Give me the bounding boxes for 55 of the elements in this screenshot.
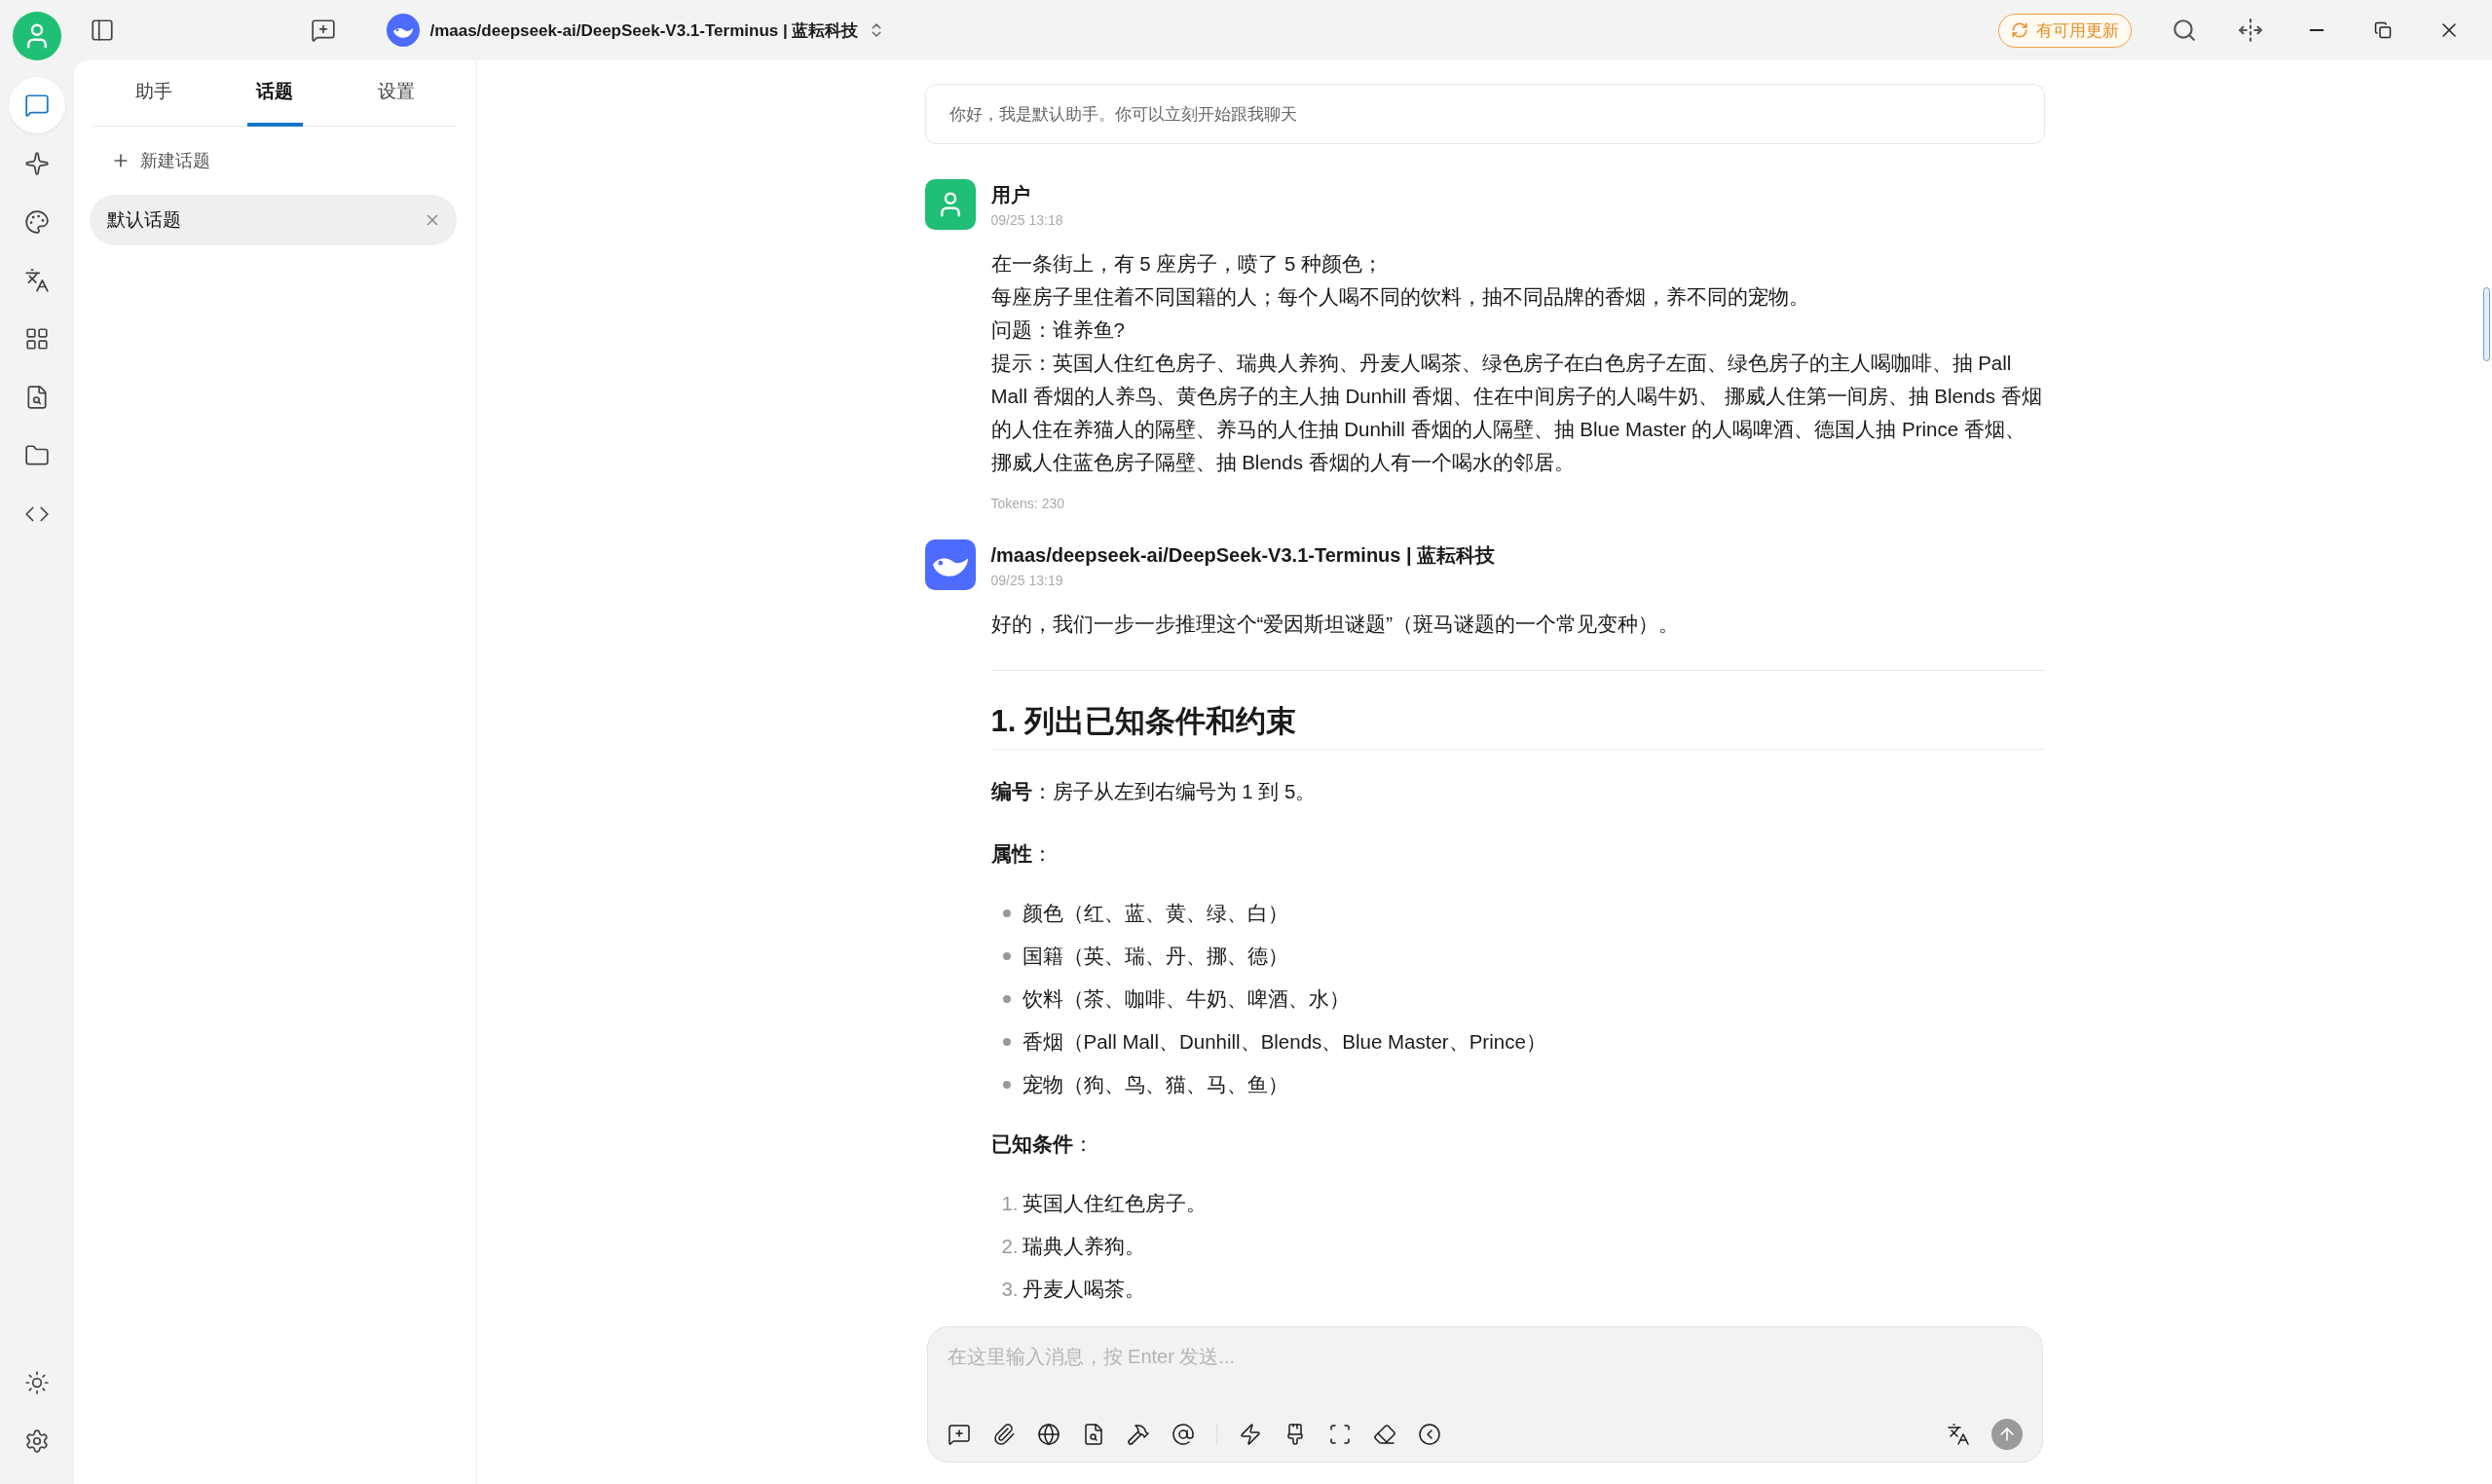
bullet-dot-icon <box>1002 1081 1011 1089</box>
message-time: 09/25 13:19 <box>990 572 1064 588</box>
list-item-text: 英国人住红色房子。 <box>1022 1191 1207 1216</box>
paperclip-icon <box>991 1423 1016 1446</box>
message-time: 09/25 13:18 <box>990 211 1063 228</box>
message-text: 每座房子里住着不同国籍的人；每个人喝不同的饮料，抽不同品牌的香烟，养不同的宠物。 <box>990 284 1810 310</box>
scrollbar-thumb[interactable] <box>2483 287 2490 361</box>
bullet-dot-icon <box>1002 995 1011 1003</box>
list-number: 1. <box>1000 1191 1020 1216</box>
new-topic-icon <box>947 1423 971 1446</box>
message-field[interactable]: 在这里输入消息，按 Enter 发送... <box>947 1341 2023 1372</box>
sender-name: 用户 <box>990 182 1031 207</box>
eraser-icon <box>1372 1423 1396 1446</box>
sender-name: /maas/deepseek-ai/DeepSeek-V3.1-Terminus | 蓝耘科技 <box>990 542 1496 568</box>
topic-label: 默认话题 <box>107 208 181 232</box>
sidebar-tab[interactable]: 话题 <box>247 60 303 127</box>
at-sign-icon <box>1171 1423 1195 1446</box>
list-number: 3. <box>1000 1277 1020 1302</box>
message-paragraph: 好的，我们一步一步推理这个“爱因斯坦谜题”（斑马谜题的一个常见变种）。 <box>990 612 1681 637</box>
lightning-icon <box>1238 1423 1262 1446</box>
list-item-text: 颜色（红、蓝、黄、绿、白） <box>1022 901 1288 926</box>
list-item-text: 宠物（狗、鸟、猫、马、鱼） <box>1022 1072 1288 1097</box>
greeting-message: 你好，我是默认助手。你可以立刻开始跟我聊天 <box>924 84 2045 144</box>
globe-icon <box>1036 1423 1060 1446</box>
token-count: Tokens: 230 <box>990 495 1065 513</box>
topic-item[interactable]: 默认话题 <box>90 195 457 245</box>
message-text: 在一条街上，有 5 座房子，喷了 5 种颜色； <box>990 251 1385 277</box>
new-topic-button[interactable]: 新建话题 <box>90 138 210 183</box>
translate-icon <box>1946 1423 1970 1446</box>
sidebar-tab[interactable]: 助手 <box>127 60 182 127</box>
list-item-text: 瑞典人养狗。 <box>1022 1234 1145 1259</box>
bullet-dot-icon <box>1002 909 1011 917</box>
list-item-text: 国籍（英、瑞、丹、挪、德） <box>1022 944 1288 969</box>
model-selector[interactable]: /maas/deepseek-ai/DeepSeek-V3.1-Terminus | 蓝耘科技 <box>381 10 892 51</box>
message-input[interactable]: 在这里输入消息，按 Enter 发送... <box>926 1326 2043 1463</box>
list-number: 2. <box>1000 1234 1020 1259</box>
refresh-icon <box>2011 21 2028 39</box>
message-paragraph: 编号：房子从左到右编号为 1 到 5。 <box>990 779 1318 804</box>
bullet-dot-icon <box>1002 1038 1011 1046</box>
message-paragraph: 已知条件： <box>990 1132 1095 1157</box>
scan-icon <box>1327 1423 1352 1446</box>
list-item-text: 香烟（Pall Mall、Dunhill、Blends、Blue Master、Prince） <box>1022 1029 1546 1055</box>
sidebar-tab[interactable]: 设置 <box>368 60 424 127</box>
section-heading: 1. 列出已知条件和约束 <box>990 700 2045 750</box>
list-item-text: 丹麦人喝茶。 <box>1022 1277 1145 1302</box>
chevron-circle-icon <box>1417 1423 1441 1446</box>
message-paragraph: 属性： <box>990 841 1054 867</box>
message-text: 提示：英国人住红色房子、瑞典人养狗、丹麦人喝茶、绿色房子在白色房子左面、绿色房子的主人喝咖啡、抽 Pall Mall 香烟的人养鸟、黄色房子的主人抽 Dunhill 香烟、住在中间房子的人喝牛奶、 挪威人住第一间房、抽 Blends 香烟的人住在养猫人的隔壁、养马的人住抽 Dunhill 香烟的人隔壁、抽 Blue Master 的人喝啤酒、德国人抽 Prince 香烟、挪威人住蓝色房子隔壁、抽 Blends 香烟的人有一个喝水的邻居。 <box>990 351 2043 475</box>
bullet-dot-icon <box>1002 952 1011 960</box>
hammer-icon <box>1126 1423 1150 1446</box>
list-item-text: 饮料（茶、咖啡、牛奶、啤酒、水） <box>1022 986 1350 1012</box>
chat-bubble-icon[interactable] <box>9 77 65 133</box>
user-avatar <box>924 179 976 230</box>
whale-logo-icon <box>387 14 421 47</box>
message-text: 问题：谁养鱼? <box>990 317 1126 343</box>
